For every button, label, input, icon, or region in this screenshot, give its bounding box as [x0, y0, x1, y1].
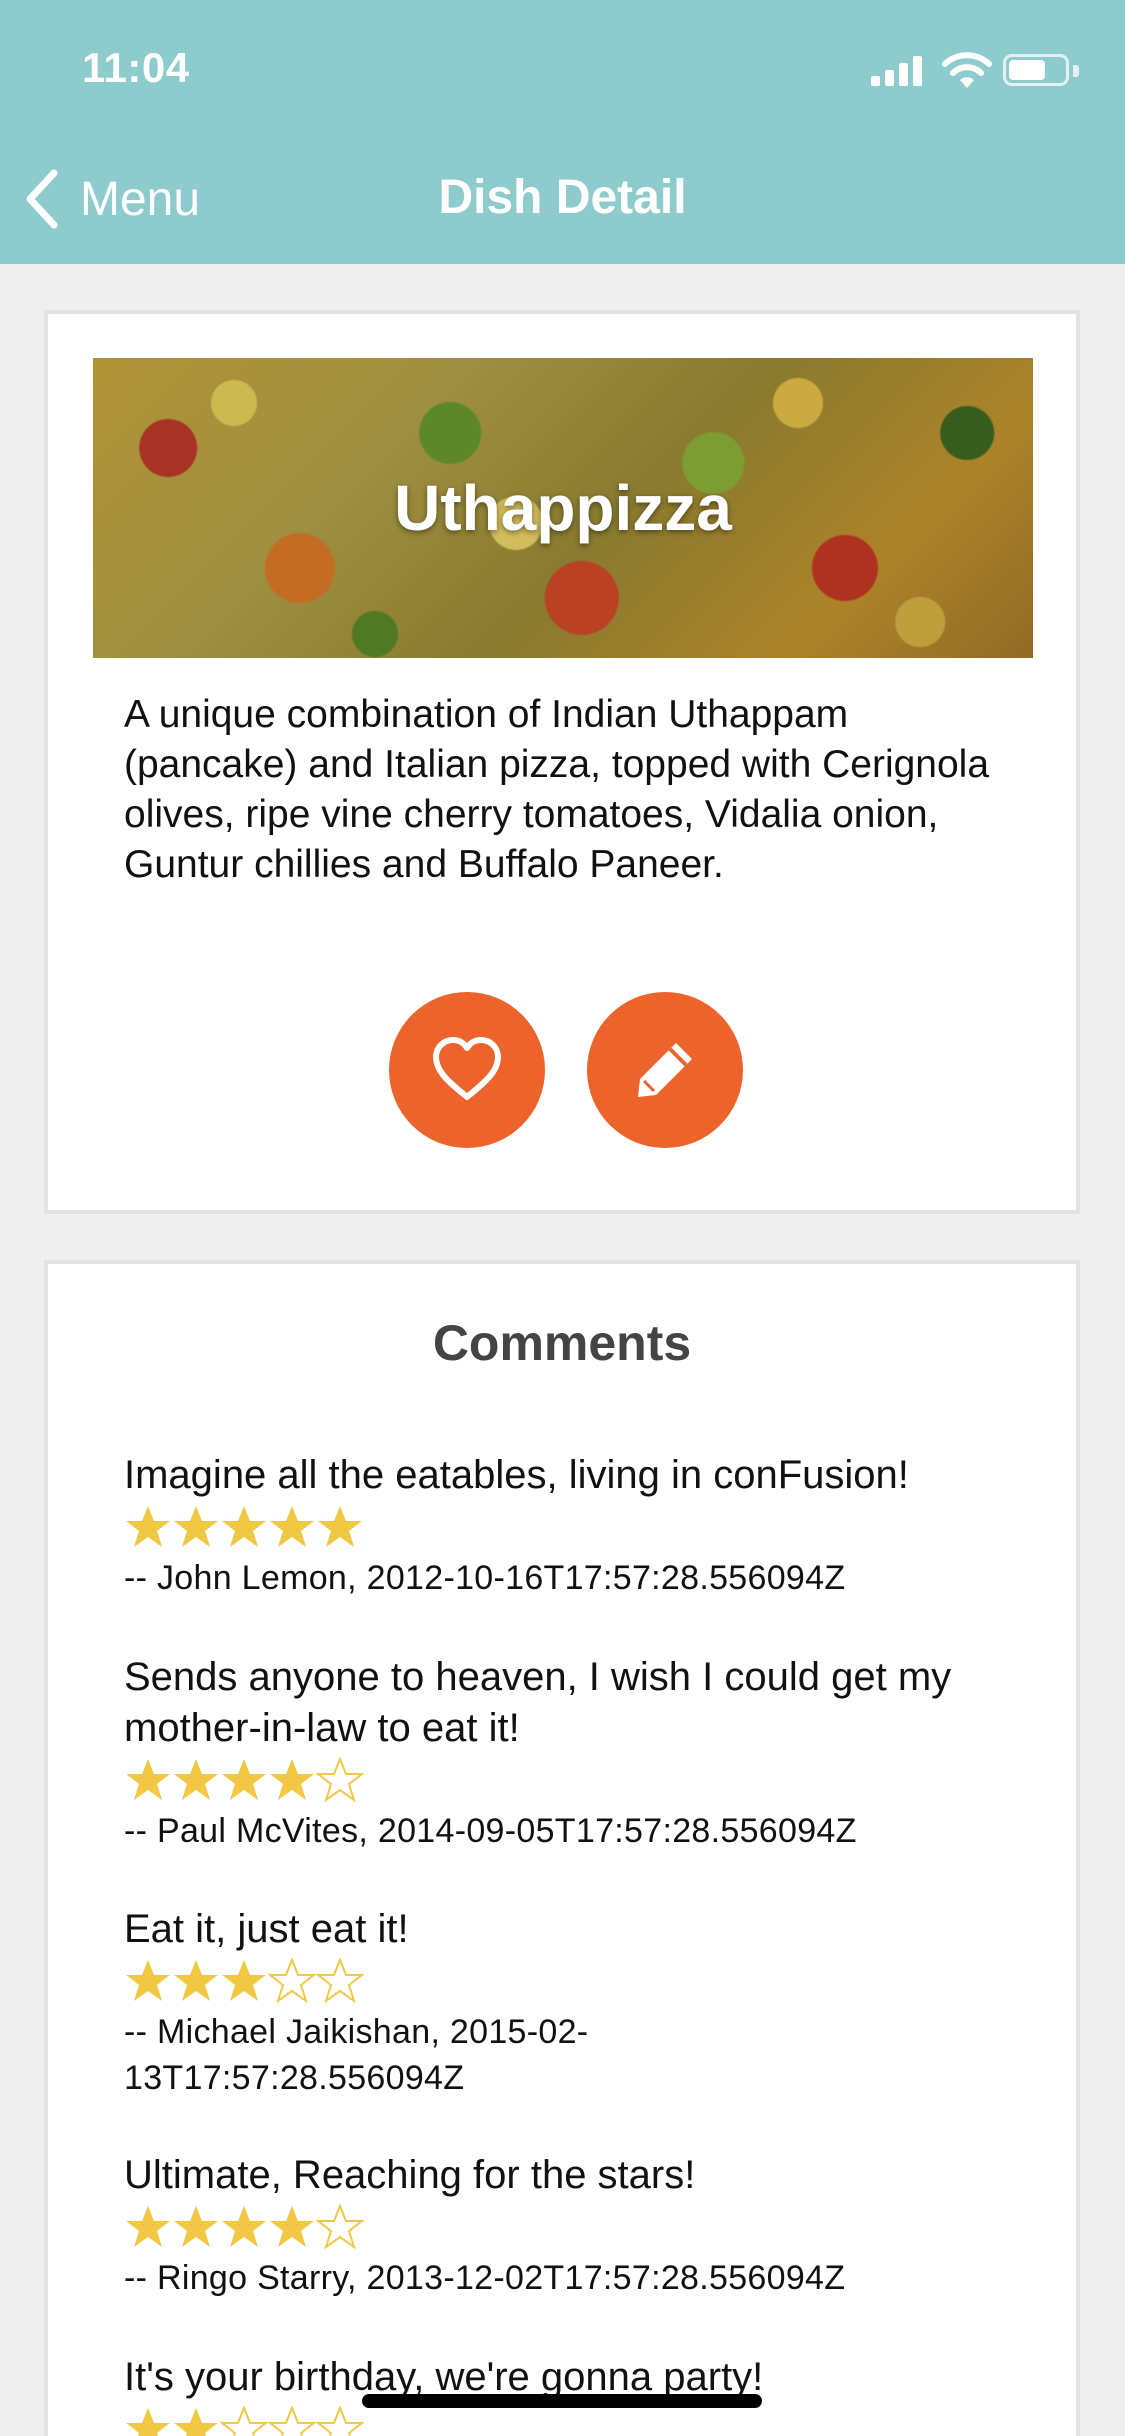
comment-text: Sends anyone to heaven, I wish I could g…	[124, 1655, 952, 1750]
star-filled-icon	[270, 2206, 314, 2247]
comments-title: Comments	[432, 1315, 692, 1371]
header-bar: 11:04 Menu Dish Detail	[0, 0, 1125, 264]
star-filled-icon	[126, 2206, 170, 2247]
heart-outline-icon	[433, 1037, 501, 1100]
comments-card: Comments Imagine all the eatables, livin…	[44, 1260, 1080, 2436]
status-icons	[839, 50, 1079, 90]
comment-item: Sends anyone to heaven, I wish I could g…	[124, 1652, 1024, 1854]
star-filled-icon	[222, 2206, 266, 2247]
pencil-icon	[638, 1043, 692, 1097]
star-filled-icon	[222, 1506, 266, 1547]
battery-icon	[1003, 54, 1069, 86]
dish-description: A unique combination of Indian Uthappam …	[124, 693, 990, 886]
comment-author-date: -- John Lemon, 2012-10-16T17:57:28.55609…	[124, 1559, 846, 1597]
dish-image: Uthappizza	[93, 358, 1033, 658]
dish-name: Uthappizza	[394, 472, 732, 544]
star-filled-icon	[174, 1759, 218, 1800]
comment-text: Eat it, just eat it!	[124, 1907, 409, 1951]
star-filled-icon	[174, 2206, 218, 2247]
comment-text: Ultimate, Reaching for the stars!	[124, 2153, 696, 2197]
star-empty-icon	[268, 1957, 316, 2004]
star-filled-icon	[126, 2408, 170, 2436]
comment-text: Imagine all the eatables, living in conF…	[124, 1453, 909, 1497]
star-empty-icon	[316, 1957, 364, 2004]
star-filled-icon	[174, 2408, 218, 2436]
star-empty-icon	[220, 2405, 268, 2436]
star-empty-icon	[268, 2405, 316, 2436]
battery-tip	[1073, 65, 1079, 77]
comment-item: Ultimate, Reaching for the stars! -- Rin…	[124, 2150, 1024, 2301]
star-filled-icon	[126, 1759, 170, 1800]
star-empty-icon	[316, 2203, 364, 2250]
comment-author-date: -- Paul McVites, 2014-09-05T17:57:28.556…	[124, 1812, 857, 1850]
status-time: 11:04	[82, 44, 190, 91]
page-title: Dish Detail	[438, 171, 687, 224]
star-filled-icon	[270, 1759, 314, 1800]
favorite-button[interactable]	[389, 992, 545, 1148]
star-rating	[124, 1503, 1024, 1551]
home-indicator	[362, 2394, 762, 2408]
star-filled-icon	[126, 1960, 170, 2001]
edit-button[interactable]	[587, 992, 743, 1148]
comment-author-date: -- Ringo Starry, 2013-12-02T17:57:28.556…	[124, 2259, 846, 2297]
comment-item: Eat it, just eat it! -- Michael Jaikisha…	[124, 1904, 1024, 2101]
wifi-icon	[942, 52, 992, 88]
star-filled-icon	[126, 1506, 170, 1547]
star-empty-icon	[316, 2405, 364, 2436]
star-filled-icon	[174, 1960, 218, 2001]
comment-item: Imagine all the eatables, living in conF…	[124, 1450, 1024, 1601]
dish-card: Uthappizza A unique combination of India…	[44, 310, 1080, 1214]
star-filled-icon	[270, 1506, 314, 1547]
star-filled-icon	[318, 1506, 362, 1547]
star-rating	[124, 2405, 1024, 2436]
star-filled-icon	[174, 1506, 218, 1547]
star-empty-icon	[316, 1756, 364, 1803]
star-rating	[124, 2203, 1024, 2251]
star-filled-icon	[222, 1759, 266, 1800]
star-filled-icon	[222, 1960, 266, 2001]
star-rating	[124, 1957, 1024, 2005]
comment-author-date: -- Michael Jaikishan, 2015-02-13T17:57:2…	[124, 2013, 589, 2097]
star-rating	[124, 1756, 1024, 1804]
signal-icon	[871, 54, 925, 86]
